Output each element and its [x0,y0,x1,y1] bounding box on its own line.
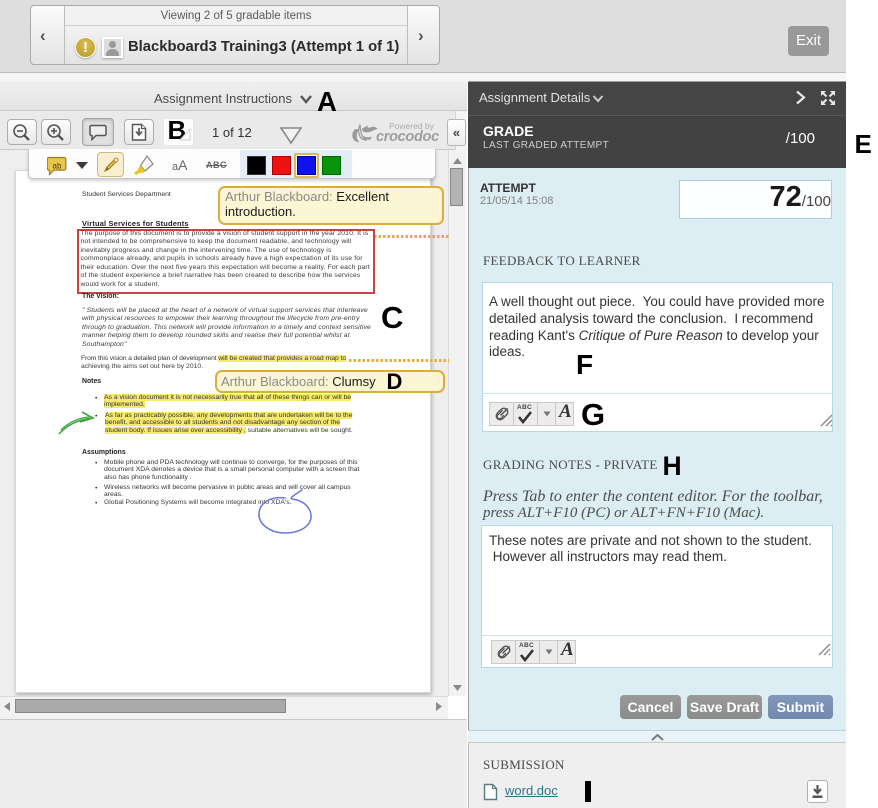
svg-text:ab: ab [53,162,62,171]
